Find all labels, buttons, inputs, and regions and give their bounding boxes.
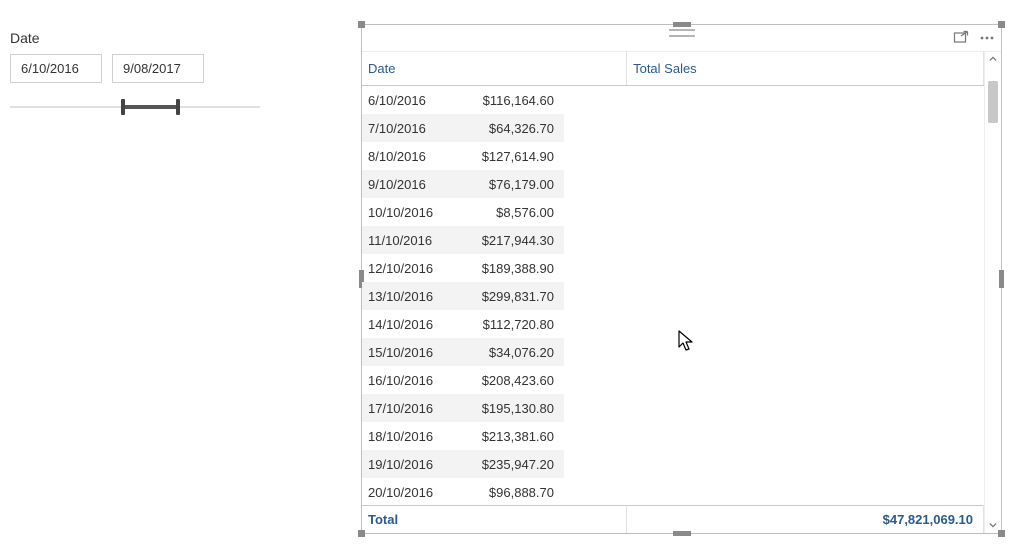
table-row[interactable]: 10/10/2016$8,576.00 <box>362 198 564 226</box>
cell-value: $208,423.60 <box>448 366 564 394</box>
date-slicer: Date 6/10/2016 9/08/2017 <box>10 30 260 117</box>
cell-date: 9/10/2016 <box>362 170 448 198</box>
cell-date: 8/10/2016 <box>362 142 448 170</box>
total-label: Total <box>362 506 627 534</box>
cell-date: 11/10/2016 <box>362 226 448 254</box>
slicer-date-inputs: 6/10/2016 9/08/2017 <box>10 54 260 83</box>
table-row[interactable]: 11/10/2016$217,944.30 <box>362 226 564 254</box>
focus-mode-icon[interactable] <box>953 30 969 46</box>
cell-date: 18/10/2016 <box>362 422 448 450</box>
cell-date: 20/10/2016 <box>362 478 448 505</box>
visual-header <box>362 25 1001 52</box>
cell-value: $112,720.80 <box>448 310 564 338</box>
cell-date: 16/10/2016 <box>362 366 448 394</box>
cell-value: $299,831.70 <box>448 282 564 310</box>
cell-value: $8,576.00 <box>448 198 564 226</box>
table-row[interactable]: 16/10/2016$208,423.60 <box>362 366 564 394</box>
table-row[interactable]: 7/10/2016$64,326.70 <box>362 114 564 142</box>
cell-date: 7/10/2016 <box>362 114 448 142</box>
table-row[interactable]: 18/10/2016$213,381.60 <box>362 422 564 450</box>
cell-value: $213,381.60 <box>448 422 564 450</box>
cell-date: 6/10/2016 <box>362 86 448 114</box>
table-row[interactable]: 15/10/2016$34,076.20 <box>362 338 564 366</box>
cell-date: 17/10/2016 <box>362 394 448 422</box>
cell-date: 19/10/2016 <box>362 450 448 478</box>
date-range-slider[interactable] <box>10 97 260 117</box>
table-row[interactable]: 9/10/2016$76,179.00 <box>362 170 564 198</box>
cell-value: $235,947.20 <box>448 450 564 478</box>
table-row[interactable]: 19/10/2016$235,947.20 <box>362 450 564 478</box>
cell-value: $217,944.30 <box>448 226 564 254</box>
cell-value: $34,076.20 <box>448 338 564 366</box>
more-options-icon[interactable] <box>979 30 995 46</box>
cell-value: $195,130.80 <box>448 394 564 422</box>
slider-selected-range[interactable] <box>123 105 178 109</box>
table-visual[interactable]: Date Total Sales 6/10/2016$116,164.607/1… <box>361 24 1002 534</box>
cell-date: 10/10/2016 <box>362 198 448 226</box>
cell-date: 14/10/2016 <box>362 310 448 338</box>
data-table-body: 6/10/2016$116,164.607/10/2016$64,326.708… <box>362 86 564 505</box>
vertical-scrollbar[interactable] <box>984 51 1001 533</box>
table-row[interactable]: 20/10/2016$96,888.70 <box>362 478 564 505</box>
slider-handle-end[interactable] <box>176 99 180 115</box>
cell-date: 13/10/2016 <box>362 282 448 310</box>
table-scroll-region[interactable]: 6/10/2016$116,164.607/10/2016$64,326.708… <box>362 86 984 505</box>
slicer-end-date[interactable]: 9/08/2017 <box>112 54 204 83</box>
slicer-start-date[interactable]: 6/10/2016 <box>10 54 102 83</box>
table-wrap: Date Total Sales 6/10/2016$116,164.607/1… <box>362 51 984 533</box>
slider-handle-start[interactable] <box>121 99 125 115</box>
cell-value: $76,179.00 <box>448 170 564 198</box>
scroll-down-arrow-icon[interactable] <box>985 517 1001 533</box>
drag-grip-icon[interactable] <box>669 29 695 37</box>
slicer-title: Date <box>10 30 260 46</box>
cell-value: $64,326.70 <box>448 114 564 142</box>
data-table-header: Date Total Sales <box>362 51 984 86</box>
table-row[interactable]: 8/10/2016$127,614.90 <box>362 142 564 170</box>
visual-body: Date Total Sales 6/10/2016$116,164.607/1… <box>362 51 1001 533</box>
cell-value: $127,614.90 <box>448 142 564 170</box>
table-row[interactable]: 13/10/2016$299,831.70 <box>362 282 564 310</box>
table-row[interactable]: 6/10/2016$116,164.60 <box>362 86 564 114</box>
column-header-date[interactable]: Date <box>362 51 627 86</box>
table-row[interactable]: 14/10/2016$112,720.80 <box>362 310 564 338</box>
data-table-total: Total $47,821,069.10 <box>362 505 984 533</box>
scroll-thumb[interactable] <box>988 81 998 123</box>
table-row[interactable]: 12/10/2016$189,388.90 <box>362 254 564 282</box>
cell-value: $189,388.90 <box>448 254 564 282</box>
scroll-up-arrow-icon[interactable] <box>985 51 1001 67</box>
cell-value: $96,888.70 <box>448 478 564 505</box>
cell-date: 15/10/2016 <box>362 338 448 366</box>
total-value: $47,821,069.10 <box>627 506 984 534</box>
cell-date: 12/10/2016 <box>362 254 448 282</box>
table-row[interactable]: 17/10/2016$195,130.80 <box>362 394 564 422</box>
column-header-total-sales[interactable]: Total Sales <box>627 51 984 86</box>
cell-value: $116,164.60 <box>448 86 564 114</box>
